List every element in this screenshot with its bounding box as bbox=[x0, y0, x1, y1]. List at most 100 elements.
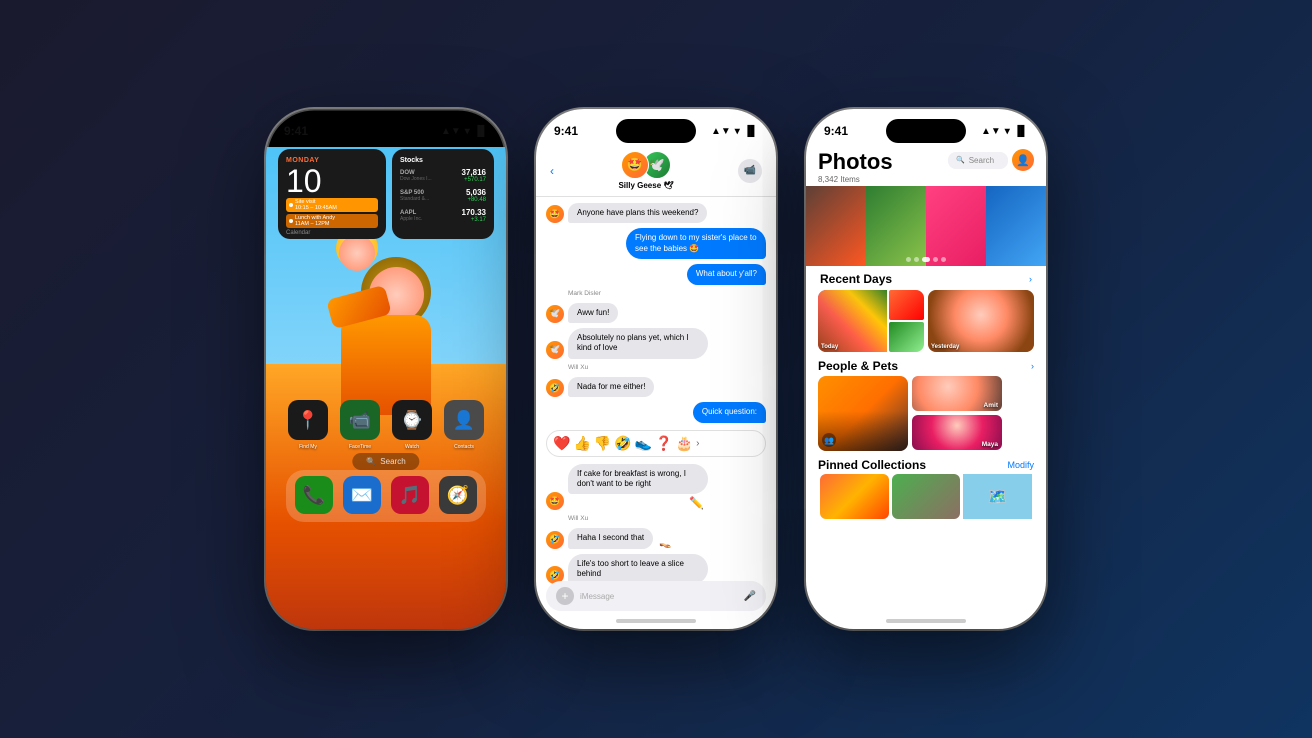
facetime-button[interactable]: 📹 bbox=[738, 159, 762, 183]
people-pets-chevron-icon[interactable]: › bbox=[1031, 361, 1034, 371]
person-amit[interactable]: Amit bbox=[912, 376, 1002, 411]
reaction-question[interactable]: ❓ bbox=[655, 435, 672, 452]
watch-label: Watch bbox=[405, 444, 419, 450]
event-time-1: 10:15 – 10:45AM bbox=[295, 205, 337, 211]
stocks-widget[interactable]: Stocks DOW Dow Jones I... 37,816 +570.17 bbox=[392, 149, 494, 239]
people-group-photo[interactable]: 👥 bbox=[818, 376, 908, 451]
today-side-photos bbox=[889, 290, 924, 352]
message-row-6: 🤣 Nada for me either! bbox=[546, 377, 766, 397]
dot-2 bbox=[914, 257, 919, 262]
stock-row-dow: DOW Dow Jones I... 37,816 +570.17 bbox=[400, 168, 486, 183]
reactions-more[interactable]: › bbox=[696, 438, 699, 449]
chat-messages-area[interactable]: 🤩 Anyone have plans this weekend? Flying… bbox=[536, 197, 776, 587]
people-pets-title: People & Pets bbox=[818, 359, 1031, 373]
map-icon: 🗺️ bbox=[988, 487, 1008, 507]
search-label: Search bbox=[380, 457, 405, 466]
message-row-5: 🕊️ Absolutely no plans yet, which I kind… bbox=[546, 328, 766, 359]
pinned-thumb-1[interactable] bbox=[820, 474, 889, 519]
hero-seg-2 bbox=[866, 186, 926, 266]
today-album[interactable]: Today bbox=[818, 290, 924, 352]
map-thumb: 🗺️ bbox=[963, 474, 1032, 519]
reaction-thumbsdown[interactable]: 👎 bbox=[594, 435, 611, 452]
hero-seg-3 bbox=[926, 186, 986, 266]
dock-music[interactable]: 🎵 bbox=[391, 476, 429, 514]
cal-event-2: Lunch with Andy 11AM – 12PM bbox=[286, 214, 378, 228]
person-maya[interactable]: Maya bbox=[912, 415, 1002, 450]
message-row-10: 🤣 Life's too short to leave a slice behi… bbox=[546, 554, 766, 585]
cal-date: 10 bbox=[286, 165, 378, 197]
status-icons-2: ▲▼ ▾ ▐▌ bbox=[711, 126, 758, 137]
compass-icon: 🧭 bbox=[439, 476, 477, 514]
dock-area: 📞 ✉️ 🎵 🧭 bbox=[266, 468, 506, 526]
event-time-2: 11AM – 12PM bbox=[295, 221, 335, 227]
bubble-5: Absolutely no plans yet, which I kind of… bbox=[568, 328, 708, 359]
pinned-collections-header: Pinned Collections Modify bbox=[806, 455, 1046, 474]
reaction-cake[interactable]: 🎂 bbox=[676, 435, 693, 452]
sender-avatar-4: 🤣 bbox=[546, 379, 564, 397]
event-dot bbox=[289, 203, 293, 207]
people-right-col: Amit Maya bbox=[912, 376, 1002, 451]
cal-event-1: Site visit 10:15 – 10:45AM bbox=[286, 198, 378, 212]
group-name: Silly Geese 🕊 bbox=[618, 181, 673, 190]
stock-row-aapl: AAPL Apple Inc. 170.33 +3.17 bbox=[400, 208, 486, 223]
app-watch[interactable]: ⌚ Watch bbox=[392, 400, 432, 450]
photos-title: Photos bbox=[818, 149, 893, 175]
photos-title-row: Photos 8,342 Items 🔍 Search 👤 bbox=[806, 147, 1046, 186]
app-find-my[interactable]: 📍 Find My bbox=[288, 400, 328, 450]
photos-header-actions: 🔍 Search 👤 bbox=[948, 149, 1034, 171]
search-icon-2: 🔍 bbox=[956, 156, 965, 164]
home-indicator bbox=[616, 619, 696, 623]
pinned-collections-grid: 🗺️ bbox=[806, 474, 1046, 519]
reaction-thumbsup[interactable]: 👍 bbox=[573, 435, 590, 452]
yesterday-album[interactable]: Yesterday bbox=[928, 290, 1034, 352]
reaction-shoe[interactable]: 👟 bbox=[635, 435, 652, 452]
app-icons-row: 📍 Find My 📹 FaceTime ⌚ Watch 👤 Contacts bbox=[266, 400, 506, 450]
modify-button[interactable]: Modify bbox=[1007, 460, 1034, 470]
contacts-icon: 👤 bbox=[444, 400, 484, 440]
sender-avatar-5: 🤩 bbox=[546, 492, 564, 510]
dock-compass[interactable]: 🧭 bbox=[439, 476, 477, 514]
message-row-8: 🤩 If cake for breakfast is wrong, I don'… bbox=[546, 464, 766, 511]
avatar-1: 🤩 bbox=[621, 151, 649, 179]
event-dot-2 bbox=[289, 219, 293, 223]
microphone-icon[interactable]: 🎤 bbox=[744, 591, 756, 602]
reaction-heart[interactable]: ❤️ bbox=[553, 435, 570, 452]
facetime-icon: 📹 bbox=[340, 400, 380, 440]
calendar-widget[interactable]: MONDAY 10 Site visit 10:15 – 10:45AM Lun… bbox=[278, 149, 386, 239]
dynamic-island-3 bbox=[886, 119, 966, 143]
search-icon: 🔍 bbox=[366, 457, 376, 466]
reaction-laugh[interactable]: 🤣 bbox=[614, 435, 631, 452]
recent-days-chevron-icon[interactable]: › bbox=[1029, 274, 1032, 284]
dock-icons: 📞 ✉️ 🎵 🧭 bbox=[266, 468, 506, 514]
pinned-thumb-3[interactable]: 🗺️ bbox=[963, 474, 1032, 519]
search-bar[interactable]: 🔍 Search bbox=[948, 152, 1008, 169]
today-side-1 bbox=[889, 290, 924, 320]
phone-icon: 📞 bbox=[295, 476, 333, 514]
back-chevron-icon: ‹ bbox=[550, 164, 554, 178]
sender-avatar-1: 🤩 bbox=[546, 205, 564, 223]
sender-avatar-6: 🤣 bbox=[546, 531, 564, 549]
search-placeholder: Search bbox=[969, 156, 994, 165]
hero-strip bbox=[806, 186, 1046, 266]
app-facetime[interactable]: 📹 FaceTime bbox=[340, 400, 380, 450]
back-button[interactable]: ‹ bbox=[550, 164, 554, 178]
bubble-8: If cake for breakfast is wrong, I don't … bbox=[568, 464, 708, 495]
video-icon: 📹 bbox=[744, 165, 756, 176]
recent-days-header: Recent Days › bbox=[806, 266, 1046, 290]
mail-icon: ✉️ bbox=[343, 476, 381, 514]
user-avatar[interactable]: 👤 bbox=[1012, 149, 1034, 171]
bubble-6: Nada for me either! bbox=[568, 377, 654, 397]
dock-phone[interactable]: 📞 bbox=[295, 476, 333, 514]
messages-screen: 9:41 ▲▼ ▾ ▐▌ ‹ 🤩 🕊️ Silly Geese 🕊 📹 bbox=[536, 109, 776, 629]
group-avatars: 🤩 🕊️ bbox=[621, 151, 671, 179]
add-attachment-button[interactable]: + bbox=[556, 587, 574, 605]
photos-item-count: 8,342 Items bbox=[818, 175, 893, 184]
dock-mail[interactable]: ✉️ bbox=[343, 476, 381, 514]
app-contacts[interactable]: 👤 Contacts bbox=[444, 400, 484, 450]
facetime-label: FaceTime bbox=[349, 444, 371, 450]
imessage-input[interactable]: + iMessage 🎤 bbox=[546, 581, 766, 611]
pinned-collections-title: Pinned Collections bbox=[818, 458, 1007, 472]
pinned-thumb-2[interactable] bbox=[892, 474, 961, 519]
emoji-reactions-bar[interactable]: ❤️ 👍 👎 🤣 👟 ❓ 🎂 › bbox=[546, 430, 766, 457]
status-time: 9:41 bbox=[284, 124, 308, 138]
